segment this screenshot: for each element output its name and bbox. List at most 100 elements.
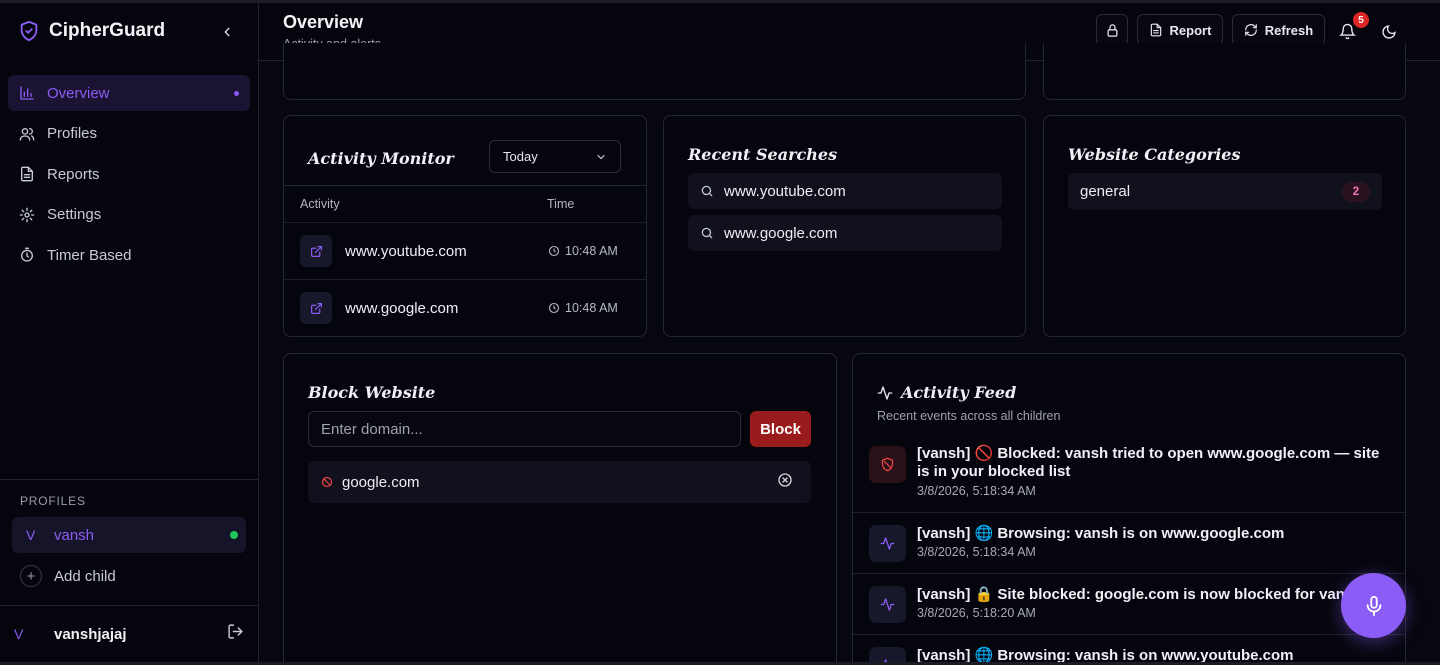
online-status-dot <box>230 531 238 539</box>
remove-blocked-button[interactable] <box>777 472 793 492</box>
profile-item-vansh[interactable]: V vansh <box>12 517 246 553</box>
select-value: Today <box>503 149 538 164</box>
user-name: vanshjajaj <box>54 625 127 643</box>
activity-feed-card: Activity Feed Recent events across all c… <box>852 353 1406 664</box>
time-value: 10:48 AM <box>565 244 618 258</box>
page-title: Overview <box>283 12 364 32</box>
voice-assistant-button[interactable] <box>1341 573 1406 638</box>
website-categories-card: Website Categories general 2 <box>1043 115 1406 337</box>
close-circle-icon <box>778 473 792 487</box>
feed-item[interactable]: [vansh] 🚫 Blocked: vansh tried to open w… <box>853 436 1405 512</box>
search-icon <box>701 185 713 197</box>
blocked-domain: google.com <box>342 473 420 491</box>
feed-message: [vansh] 🌐 Browsing: vansh is on www.yout… <box>917 647 1294 664</box>
logout-icon <box>228 624 243 639</box>
search-query: www.google.com <box>724 224 838 242</box>
users-icon <box>19 127 35 141</box>
sidebar-nav: Overview Profiles Reports Settings Timer… <box>8 75 250 278</box>
category-item[interactable]: general 2 <box>1068 173 1382 210</box>
activity-site: www.google.com <box>345 299 459 317</box>
shield-blocked-icon <box>869 446 906 483</box>
search-icon <box>701 227 713 239</box>
sidebar-item-timer-based[interactable]: Timer Based <box>8 237 250 273</box>
report-label: Report <box>1169 22 1212 38</box>
block-website-card: Block Website Block google.com <box>283 353 837 662</box>
sidebar-divider <box>0 479 259 480</box>
sidebar: CipherGuard Overview Profiles Reports Se… <box>0 3 259 662</box>
lock-button[interactable] <box>1096 14 1128 46</box>
microphone-icon <box>1366 595 1381 616</box>
column-header-time: Time <box>547 197 575 211</box>
card-title: Activity Feed <box>901 383 1017 402</box>
feed-message: [vansh] 🌐 Browsing: vansh is on www.goog… <box>917 525 1285 542</box>
feed-item[interactable]: [vansh] 🔒 Site blocked: google.com is no… <box>853 573 1405 634</box>
sidebar-item-profiles[interactable]: Profiles <box>8 116 250 152</box>
domain-input[interactable] <box>308 411 741 447</box>
bar-chart-icon <box>20 86 34 100</box>
refresh-label: Refresh <box>1264 22 1314 38</box>
sidebar-item-label: Settings <box>47 206 102 223</box>
time-range-select[interactable]: Today <box>489 140 621 173</box>
profiles-heading: PROFILES <box>20 494 86 508</box>
feed-timestamp: 3/8/2026, 5:18:20 AM <box>917 606 1036 620</box>
chevron-left-icon <box>224 27 230 37</box>
category-name: general <box>1080 183 1131 200</box>
theme-toggle-button[interactable] <box>1381 24 1397 45</box>
active-indicator <box>234 90 239 96</box>
blocked-site-item: google.com <box>308 461 811 503</box>
document-icon <box>21 166 33 182</box>
search-item[interactable]: www.google.com <box>688 215 1002 251</box>
sidebar-item-label: Timer Based <box>47 246 132 264</box>
notifications-button[interactable] <box>1338 23 1357 45</box>
report-button[interactable]: Report <box>1137 14 1223 46</box>
moon-icon <box>1382 25 1396 39</box>
sidebar-item-label: Profiles <box>47 125 98 142</box>
stats-card <box>283 43 1026 100</box>
activity-time: 10:48 AM <box>548 244 618 258</box>
lock-icon <box>1107 23 1117 37</box>
feed-item[interactable]: [vansh] 🌐 Browsing: vansh is on www.yout… <box>853 634 1405 664</box>
add-child-button[interactable]: + Add child <box>20 565 116 587</box>
logout-button[interactable] <box>227 623 244 645</box>
refresh-icon <box>1244 24 1257 36</box>
table-row[interactable]: www.youtube.com 10:48 AM <box>284 222 646 279</box>
activity-pulse-icon <box>869 525 906 562</box>
clock-icon <box>548 302 560 314</box>
ban-icon <box>321 476 333 488</box>
user-avatar: V <box>14 626 24 642</box>
card-header: Activity Feed <box>877 383 1016 402</box>
feed-message: [vansh] 🚫 Blocked: vansh tried to open w… <box>917 445 1380 480</box>
shield-logo-icon <box>20 20 38 42</box>
add-child-label: Add child <box>54 567 116 585</box>
activity-site: www.youtube.com <box>345 242 467 260</box>
block-button[interactable]: Block <box>750 411 811 447</box>
search-query: www.youtube.com <box>724 182 846 200</box>
external-link-icon[interactable] <box>300 292 332 324</box>
refresh-button[interactable]: Refresh <box>1232 14 1325 46</box>
feed-message: [vansh] 🔒 Site blocked: google.com is no… <box>917 586 1363 603</box>
plus-icon: + <box>20 565 42 587</box>
activity-monitor-card: Activity Monitor Today Activity Time www… <box>283 115 647 337</box>
card-title: Activity Monitor <box>308 149 454 168</box>
timer-icon <box>21 247 33 262</box>
activity-pulse-icon <box>869 647 906 662</box>
sidebar-divider <box>0 605 259 606</box>
card-title: Recent Searches <box>688 145 838 164</box>
feed-item[interactable]: [vansh] 🌐 Browsing: vansh is on www.goog… <box>853 512 1405 573</box>
table-row[interactable]: www.google.com 10:48 AM <box>284 279 646 336</box>
summary-card <box>1043 43 1406 100</box>
feed-timestamp: 3/8/2026, 5:18:34 AM <box>917 545 1036 559</box>
collapse-sidebar-button[interactable] <box>218 23 236 41</box>
external-link-icon[interactable] <box>300 235 332 267</box>
sidebar-item-reports[interactable]: Reports <box>8 156 250 192</box>
avatar: V <box>26 527 36 543</box>
search-item[interactable]: www.youtube.com <box>688 173 1002 209</box>
category-count-badge: 2 <box>1342 181 1370 202</box>
brand[interactable]: CipherGuard <box>18 19 165 43</box>
sidebar-item-label: Reports <box>47 165 100 183</box>
sidebar-item-overview[interactable]: Overview <box>8 75 250 111</box>
card-title: Block Website <box>308 383 436 402</box>
clock-icon <box>548 245 560 257</box>
activity-pulse-icon <box>869 586 906 623</box>
sidebar-item-settings[interactable]: Settings <box>8 197 250 233</box>
